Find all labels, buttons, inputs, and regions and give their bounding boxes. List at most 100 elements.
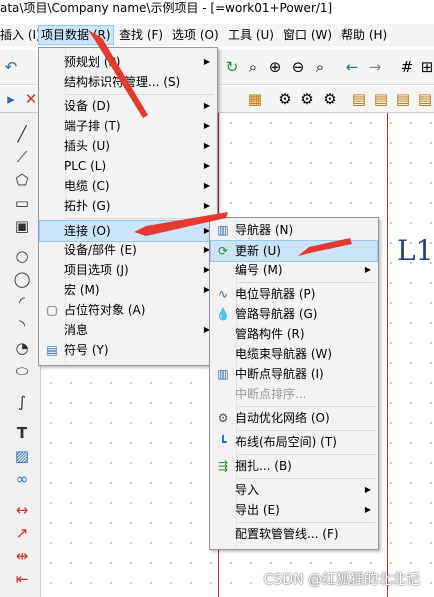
circle-icon[interactable]: ○ [12,247,32,265]
rectangle-icon[interactable]: ▭ [12,194,32,212]
menu-item-bundle[interactable]: ⇶ 捆扎... (B) [211,456,377,476]
menu-item-label: 编号 (M) [235,263,283,277]
zoom-out-icon[interactable]: ⊖ [289,58,307,76]
menu-insert[interactable]: 插入 (I) [0,26,41,44]
menu-item-project-options[interactable]: 项目选项 (J) ▶ [40,260,216,280]
menu-bar: 插入 (I) 项目数据 (R) 查找 (F) 选项 (O) 工具 (U) 窗口 … [0,24,434,46]
menu-options[interactable]: 选项 (O) [172,26,219,44]
arc-3p-icon[interactable]: ◝ [12,316,32,334]
menu-help[interactable]: 帮助 (H) [341,26,387,44]
menu-item-export[interactable]: 导出 (E) ▶ [211,500,377,520]
text-icon[interactable]: T [12,424,32,442]
grid-icon[interactable]: # [398,58,416,76]
menu-find[interactable]: 查找 (F) [119,26,163,44]
grid-snap-icon[interactable]: ⊞ [418,58,434,76]
menu-item-navigator[interactable]: ▥ 导航器 (N) [211,220,377,240]
menu-item-label: 端子排 (T) [64,119,121,133]
menu-item-label: 电缆 (C) [64,179,110,193]
frame-icon[interactable]: ▣ [12,217,32,235]
menu-item-configure-hose[interactable]: 配置软管管线... (F) [211,524,377,544]
terminal-b-icon[interactable]: ▤ [372,90,390,108]
terminal-c-icon[interactable]: ▤ [394,90,412,108]
menu-item-routing[interactable]: ┗ 布线(布局空间) (T) [211,432,377,452]
menu-separator [238,454,375,455]
menu-item-placeholder-objects[interactable]: ▢ 占位符对象 (A) [40,300,216,320]
sector-icon[interactable]: ◔ [12,339,32,357]
menu-item-devices[interactable]: 设备 (D) ▶ [40,96,216,116]
symbol-c-icon[interactable]: ⚙ [321,90,339,108]
submenu-arrow-icon: ▶ [364,505,371,514]
menu-item-devices-parts[interactable]: 设备/部件 (E) ▶ [40,240,216,260]
cursor-icon[interactable]: ▸ [2,90,20,108]
menu-item-label: 管路构件 (R) [235,327,305,341]
dimension-icon[interactable]: ↔ [12,501,32,519]
menu-item-cables[interactable]: 电缆 (C) ▶ [40,176,216,196]
zoom-100-icon[interactable]: ⌕ [311,58,329,76]
image-icon[interactable]: ▨ [12,447,32,465]
menu-item-interruption-navigator[interactable]: ▥ 中断点导航器 (I) [211,364,377,384]
menu-item-cable-bundle-navigator[interactable]: 电缆束导航器 (W) [211,344,377,364]
menu-item-auto-optimize[interactable]: ⚙ 自动优化网络 (O) [211,408,377,428]
symbol-a-icon[interactable]: ⚙ [276,90,294,108]
menu-project-data[interactable]: 项目数据 (R) [38,25,114,45]
menu-window[interactable]: 窗口 (W) [283,26,332,44]
circle-3p-icon[interactable]: ◯ [12,270,32,288]
menu-item-label: PLC (L) [64,159,107,173]
menu-item-connections[interactable]: 连接 (O) ▶ [39,220,217,242]
submenu-arrow-icon: ▶ [203,57,210,66]
menu-item-label: 更新 (U) [235,244,281,258]
menu-item-update[interactable]: ⟳ 更新 (U) [210,240,378,262]
zoom-in-icon[interactable]: ⊕ [266,58,284,76]
menu-separator [67,94,214,95]
menu-item-topology[interactable]: 拓扑 (G) ▶ [40,196,216,216]
menu-item-messages[interactable]: 消息 ▶ [40,320,216,340]
menu-item-structure-ids[interactable]: 结构标识符管理... (S) [40,72,216,92]
dimension-chain-icon[interactable]: ⇹ [12,547,32,565]
symbol-b-icon[interactable]: ⚙ [298,90,316,108]
spline-icon[interactable]: ∫ [12,393,32,411]
optimize-network-icon: ⚙ [217,411,229,425]
routing-icon: ┗ [219,435,227,449]
menu-item-symbols[interactable]: ▤ 符号 (Y) [40,340,216,360]
pipeline-navigator-icon: 💧 [215,307,231,321]
dimension-aligned-icon[interactable]: ↗ [12,524,32,542]
refresh-icon[interactable]: ↻ [223,58,241,76]
ellipse-icon[interactable]: ⬭ [12,362,32,380]
menu-item-label: 导入 [235,483,260,497]
menu-item-numbering[interactable]: 编号 (M) ▶ [211,260,377,280]
submenu-arrow-icon: ▶ [203,101,210,110]
zoom-window-icon[interactable]: ⌕ [244,58,262,76]
terminal-d-icon[interactable]: ▤ [416,90,434,108]
menu-item-terminal-strips[interactable]: 端子排 (T) ▶ [40,116,216,136]
undo-icon[interactable]: ↶ [2,58,20,76]
device-icon[interactable]: ▦ [246,90,264,108]
polygon-icon[interactable]: ⬠ [12,171,32,189]
line-icon[interactable]: ╱ [12,125,32,143]
menu-item-potential-navigator[interactable]: ∿ 电位导航器 (P) [211,284,377,304]
polyline-icon[interactable]: ⟋ [12,148,32,166]
menu-item-preplanning[interactable]: 预规划 (P) ▶ [40,52,216,72]
dimension-baseline-icon[interactable]: ⇤ [12,570,32,588]
menu-item-plugs[interactable]: 插头 (U) ▶ [40,136,216,156]
terminal-a-icon[interactable]: ▤ [350,90,368,108]
menu-item-label: 符号 (Y) [64,343,109,357]
arc-icon[interactable]: ◜ [12,293,32,311]
menu-item-label: 结构标识符管理... (S) [64,75,181,89]
menu-item-label: 导航器 (N) [235,223,294,237]
menu-item-pipeline-components[interactable]: 管路构件 (R) [211,324,377,344]
forward-arrow-icon[interactable]: → [366,58,384,76]
back-arrow-icon[interactable]: ← [343,58,361,76]
menu-item-label: 预规划 (P) [64,55,121,69]
menu-item-pipeline-navigator[interactable]: 💧 管路导航器 (G) [211,304,377,324]
menu-item-label: 管路导航器 (G) [235,307,318,321]
menu-item-label: 设备 (D) [64,99,111,113]
menu-item-plc[interactable]: PLC (L) ▶ [40,156,216,176]
menu-item-label: 中断点导航器 (I) [235,367,324,381]
menu-separator [238,430,375,431]
potential-label: L1 [397,234,434,267]
menu-tools[interactable]: 工具 (U) [228,26,274,44]
interruption-navigator-icon: ▥ [217,367,229,381]
hyperlink-icon[interactable]: ∞ [12,470,32,488]
menu-item-macros[interactable]: 宏 (M) ▶ [40,280,216,300]
menu-item-import[interactable]: 导入 ▶ [211,480,377,500]
